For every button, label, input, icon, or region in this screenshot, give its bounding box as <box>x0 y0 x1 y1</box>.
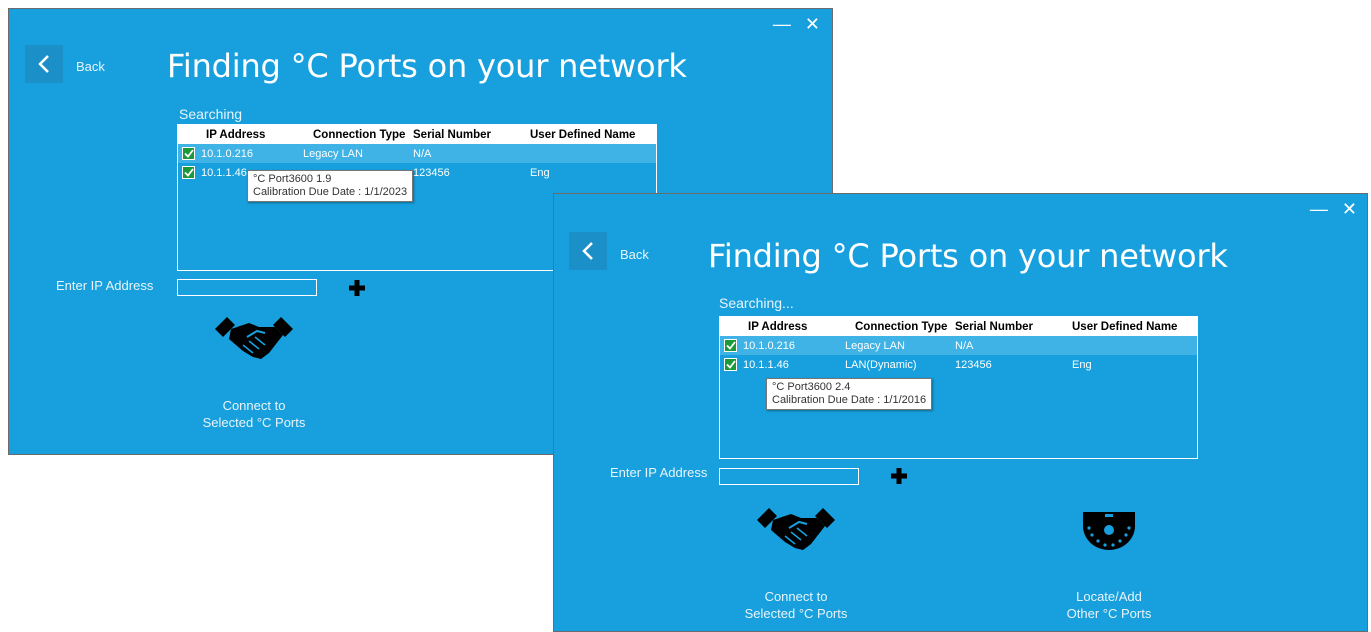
column-header-name[interactable]: User Defined Name <box>1072 321 1197 333</box>
cell-connection: Legacy LAN <box>845 339 905 352</box>
table-header: IP Address Connection Type Serial Number… <box>178 125 656 144</box>
cell-ip: 10.1.0.216 <box>201 147 253 160</box>
app-window-new: — ✕ Back Finding °C Ports on your networ… <box>553 193 1368 632</box>
connect-label-line1: Connect to <box>222 398 286 413</box>
column-header-connection[interactable]: Connection Type <box>303 129 413 141</box>
checkmark-icon <box>725 341 736 350</box>
column-header-name[interactable]: User Defined Name <box>530 129 656 141</box>
handshake-icon <box>215 317 293 359</box>
search-status: Searching... <box>719 295 794 311</box>
ip-address-label: Enter IP Address <box>56 278 154 293</box>
cell-connection: Legacy LAN <box>303 147 363 160</box>
page-title: Finding °C Ports on your network <box>708 237 1228 275</box>
connect-label-line1: Connect to <box>764 589 828 604</box>
cell-ip: 10.1.1.46 <box>743 358 789 371</box>
minimize-button[interactable]: — <box>773 15 791 33</box>
ip-address-label: Enter IP Address <box>610 465 708 480</box>
plus-icon[interactable] <box>347 278 367 298</box>
column-header-ip[interactable]: IP Address <box>720 321 845 333</box>
tooltip-model: °C Port3600 1.9 <box>253 173 332 185</box>
cell-ip: 10.1.1.46 <box>201 166 247 179</box>
close-button[interactable]: ✕ <box>805 15 820 33</box>
table-row[interactable]: 10.1.0.216 Legacy LAN N/A <box>720 336 1197 355</box>
tooltip-model: °C Port3600 2.4 <box>772 381 851 393</box>
cell-connection: LAN(Dynamic) <box>845 358 917 371</box>
checkmark-icon <box>183 149 194 158</box>
page-title: Finding °C Ports on your network <box>167 47 687 85</box>
cell-name: Eng <box>1072 358 1092 371</box>
locate-label-line2: Other °C Ports <box>1066 606 1152 621</box>
back-button[interactable] <box>25 45 63 83</box>
search-status: Searching <box>179 106 243 122</box>
handshake-icon <box>757 508 835 550</box>
device-tooltip: °C Port3600 1.9 Calibration Due Date : 1… <box>247 170 414 202</box>
table-header: IP Address Connection Type Serial Number… <box>720 317 1197 336</box>
ip-address-input[interactable] <box>177 279 317 296</box>
locate-button[interactable]: Locate/Add Other °C Ports <box>1034 506 1184 622</box>
connect-label-line2: Selected °C Ports <box>202 415 306 430</box>
checkmark-icon <box>725 360 736 369</box>
cell-serial: 123456 <box>413 166 450 179</box>
column-header-connection[interactable]: Connection Type <box>845 321 955 333</box>
back-label[interactable]: Back <box>76 59 105 74</box>
tooltip-calibration: Calibration Due Date : 1/1/2023 <box>253 186 408 198</box>
connect-button[interactable]: Connect to Selected °C Ports <box>179 315 329 431</box>
chevron-left-icon <box>38 55 49 73</box>
plus-icon[interactable] <box>889 466 909 486</box>
table-row[interactable]: 10.1.1.46 LAN(Dynamic) 123456 Eng <box>720 355 1197 374</box>
close-button[interactable]: ✕ <box>1342 200 1357 218</box>
chevron-left-icon <box>582 242 593 260</box>
column-header-serial[interactable]: Serial Number <box>413 129 530 141</box>
window-controls: — ✕ <box>1310 200 1357 218</box>
locate-label-line1: Locate/Add <box>1076 589 1142 604</box>
cell-name: Eng <box>530 166 550 179</box>
cell-serial: N/A <box>413 147 432 160</box>
device-tooltip: °C Port3600 2.4 Calibration Due Date : 1… <box>766 378 933 410</box>
back-button[interactable] <box>569 232 607 270</box>
column-header-serial[interactable]: Serial Number <box>955 321 1072 333</box>
checkmark-icon <box>183 168 194 177</box>
cell-serial: N/A <box>955 339 974 352</box>
minimize-button[interactable]: — <box>1310 200 1328 218</box>
connect-label-line2: Selected °C Ports <box>744 606 848 621</box>
back-label[interactable]: Back <box>620 247 649 262</box>
table-row[interactable]: 10.1.0.216 Legacy LAN N/A <box>178 144 656 163</box>
cell-serial: 123456 <box>955 358 992 371</box>
row-checkbox[interactable] <box>182 166 195 179</box>
ip-address-input[interactable] <box>719 468 859 485</box>
row-checkbox[interactable] <box>724 339 737 352</box>
connect-button[interactable]: Connect to Selected °C Ports <box>721 506 871 622</box>
row-checkbox[interactable] <box>724 358 737 371</box>
cell-ip: 10.1.0.216 <box>743 339 795 352</box>
column-header-ip[interactable]: IP Address <box>178 129 303 141</box>
radar-device-icon <box>1083 512 1135 550</box>
window-controls: — ✕ <box>773 15 820 33</box>
tooltip-calibration: Calibration Due Date : 1/1/2016 <box>772 394 927 406</box>
row-checkbox[interactable] <box>182 147 195 160</box>
